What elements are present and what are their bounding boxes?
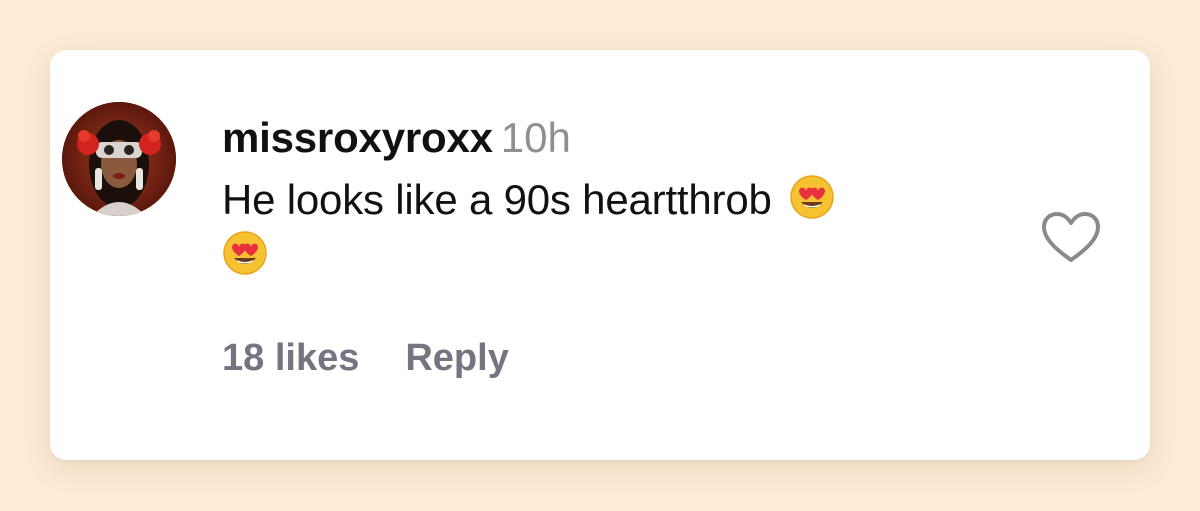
like-button[interactable] [1040, 210, 1102, 266]
heart-eyes-emoji [222, 230, 268, 276]
comment-text: He looks like a 90s heartthrob [222, 172, 1012, 284]
avatar[interactable] [62, 102, 176, 216]
timestamp: 10h [500, 114, 571, 161]
comment-text-content: He looks like a 90s heartthrob [222, 176, 772, 223]
reply-button[interactable]: Reply [405, 337, 508, 379]
heart-outline-icon [1042, 212, 1100, 262]
comment-card: missroxyroxx 10h He looks like a 90s hear… [50, 50, 1150, 460]
username[interactable]: missroxyroxx [222, 114, 493, 161]
comment-body: missroxyroxx 10h He looks like a 90s hear… [222, 114, 1012, 284]
comment-header: missroxyroxx 10h [222, 114, 1012, 162]
likes-count[interactable]: 18 likes [222, 337, 359, 379]
page: missroxyroxx 10h He looks like a 90s hear… [0, 0, 1200, 511]
avatar-image [62, 102, 176, 216]
heart-eyes-emoji [789, 174, 835, 220]
comment-actions: 18 likes Reply [222, 336, 509, 380]
